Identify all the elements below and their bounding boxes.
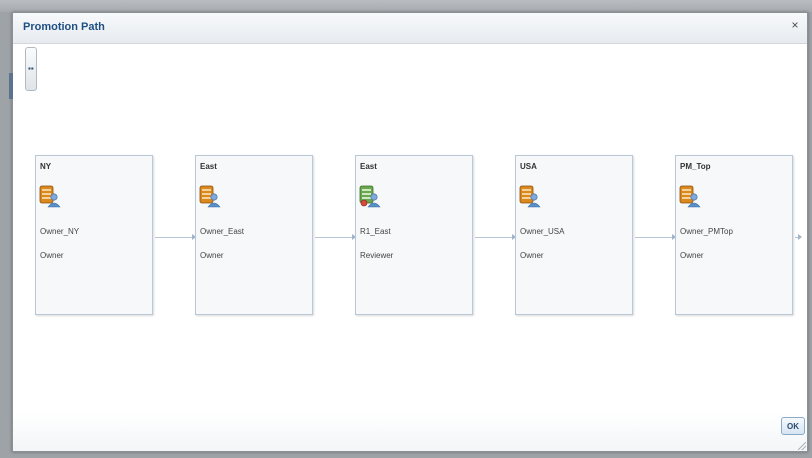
database-owner-icon <box>679 185 701 208</box>
path-connector <box>315 234 356 240</box>
node-title: East <box>360 162 377 171</box>
double-chevron-icon: ▪▪ <box>28 64 34 73</box>
node-role: Owner <box>680 251 704 260</box>
node-user: R1_East <box>360 227 391 236</box>
resize-grip-icon[interactable] <box>798 442 806 450</box>
node-user: Owner_PMTop <box>680 227 733 236</box>
node-role: Owner <box>200 251 224 260</box>
node-user: Owner_East <box>200 227 245 236</box>
database-owner-icon <box>39 185 61 208</box>
node-role: Owner <box>520 251 544 260</box>
node-user: Owner_USA <box>520 227 565 236</box>
path-node-card[interactable]: PM_Top Owner_PMTop Owner <box>675 155 793 315</box>
database-owner-icon <box>519 185 541 208</box>
dialog-title: Promotion Path <box>23 21 105 33</box>
path-node-card[interactable]: NY Owner_NY Owner <box>35 155 153 315</box>
collapse-panel-button[interactable]: ▪▪ <box>25 47 37 91</box>
database-reviewer-icon <box>359 185 381 208</box>
promotion-path-dialog: Promotion Path × ▪▪ NY Owner_NY Owner Ea… <box>9 12 808 452</box>
path-connector <box>635 234 676 240</box>
node-role: Owner <box>40 251 64 260</box>
node-user: Owner_NY <box>40 227 80 236</box>
path-node-card[interactable]: East Owner_East Owner <box>195 155 313 315</box>
close-icon[interactable]: × <box>788 18 802 32</box>
dialog-titlebar: Promotion Path × <box>13 13 807 44</box>
dialog-button-bar: OK <box>13 413 807 451</box>
node-title: East <box>200 162 217 171</box>
path-connector <box>475 234 516 240</box>
path-node-card[interactable]: USA Owner_USA Owner <box>515 155 633 315</box>
background-window <box>0 0 812 12</box>
path-connector <box>155 234 196 240</box>
node-title: USA <box>520 162 537 171</box>
background-panel-edge <box>9 73 13 99</box>
node-role: Reviewer <box>360 251 394 260</box>
database-owner-icon <box>199 185 221 208</box>
path-connector <box>795 234 802 240</box>
node-title: PM_Top <box>680 162 711 171</box>
ok-button[interactable]: OK <box>781 417 805 435</box>
node-title: NY <box>40 162 52 171</box>
path-node-card[interactable]: East R1_East Reviewer <box>355 155 473 315</box>
